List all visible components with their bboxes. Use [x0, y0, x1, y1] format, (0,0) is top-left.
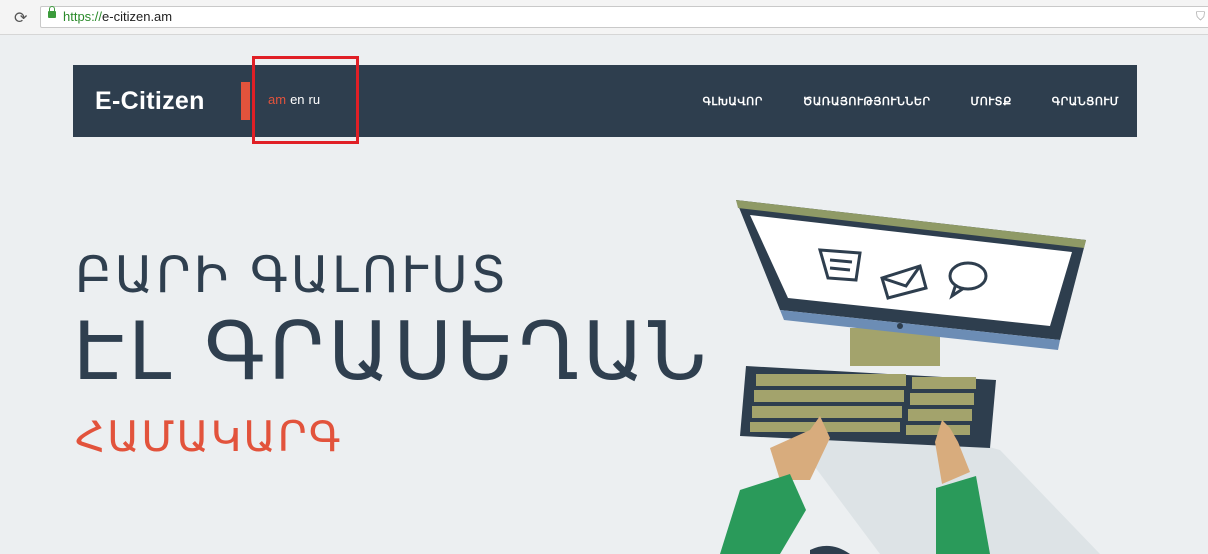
hero-title-line3: ՀԱՄԱԿԱՐԳ [75, 412, 343, 461]
hero-title-line1: ԲԱՐԻ ԳԱԼՈՒՍՏ [75, 246, 509, 304]
nav-link-register[interactable]: ԳՐԱՆՑՈՒՄ [1052, 95, 1119, 108]
site-navbar: E-Citizen am en ru ԳԼԽԱՎՈՐ ԾԱՌԱՅՈՒԹՅՈՒՆՆԵՐ… [73, 65, 1137, 137]
url-text: https://e-citizen.am [63, 9, 172, 24]
nav-link-services[interactable]: ԾԱՌԱՅՈՒԹՅՈՒՆՆԵՐ [803, 95, 931, 108]
reload-icon[interactable]: ⟳ [14, 8, 27, 27]
url-protocol: https:// [63, 9, 103, 24]
annotation-highlight-box [252, 56, 359, 144]
url-host: e-citizen.am [102, 9, 173, 24]
brand-accent-bar [241, 82, 250, 120]
nav-link-home[interactable]: ԳԼԽԱՎՈՐ [703, 95, 763, 108]
lock-icon [48, 6, 56, 18]
browser-toolbar: ⟳ https://e-citizen.am ⛉ [0, 0, 1208, 35]
nav-link-login[interactable]: ՄՈՒՏՔ [971, 95, 1012, 108]
nav-links: ԳԼԽԱՎՈՐ ԾԱՌԱՅՈՒԹՅՈՒՆՆԵՐ ՄՈՒՏՔ ԳՐԱՆՑՈՒՄ [703, 95, 1119, 108]
shield-icon[interactable]: ⛉ [1196, 9, 1205, 24]
address-bar[interactable]: https://e-citizen.am ⛉ [40, 6, 1208, 28]
brand-logo[interactable]: E-Citizen [95, 87, 205, 116]
hero-title-line2: ԷԼ ԳՐԱՍԵՂԱՆ [73, 305, 711, 398]
hero-illustration [720, 200, 1100, 554]
